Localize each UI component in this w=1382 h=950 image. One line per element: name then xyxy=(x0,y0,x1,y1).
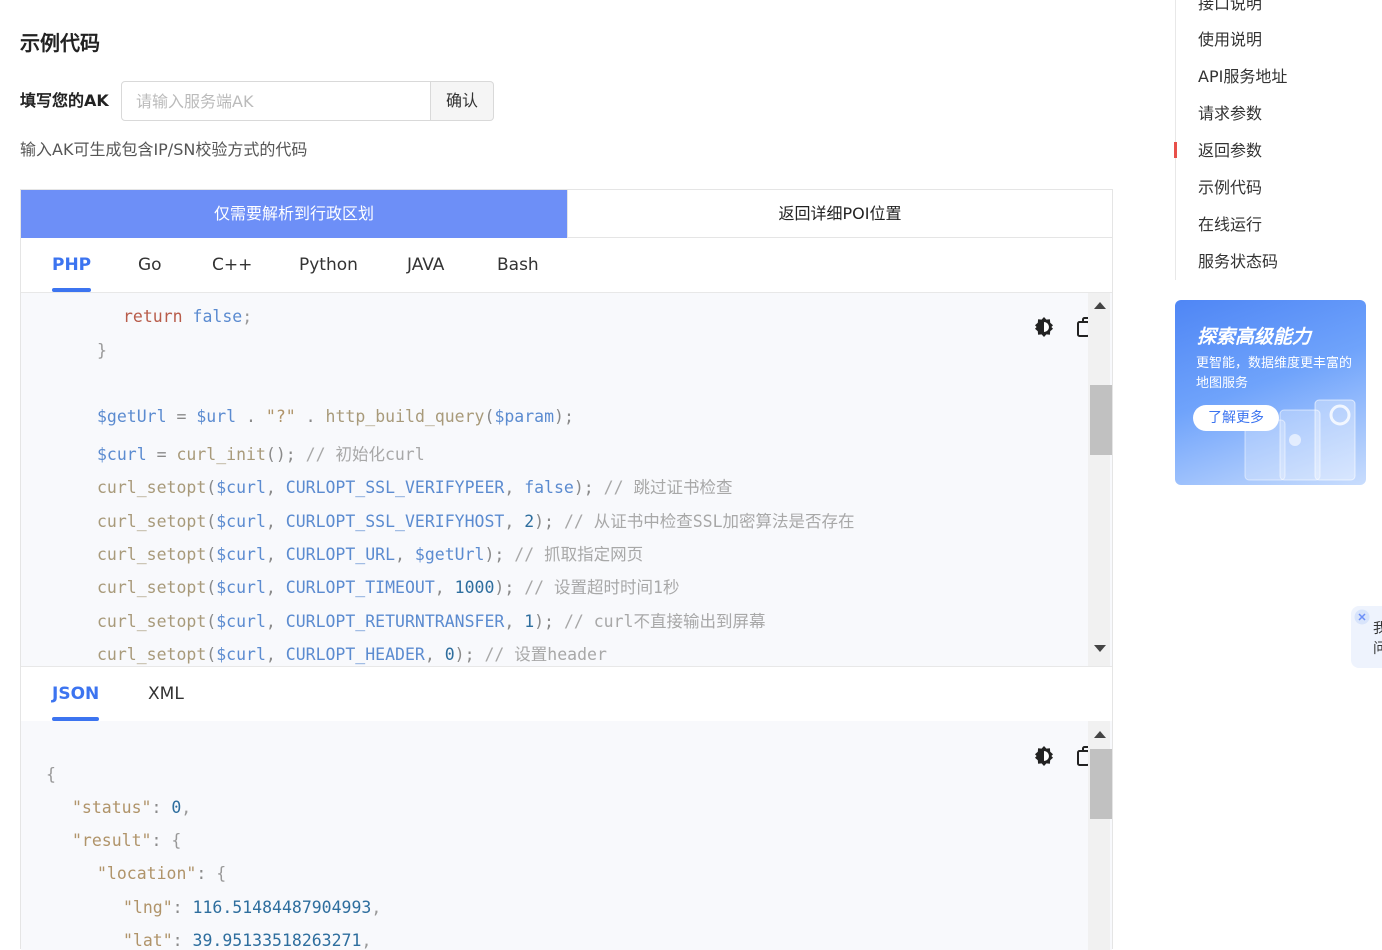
toc-active-marker xyxy=(1174,142,1177,158)
code-scrollbar[interactable] xyxy=(1088,293,1112,666)
code-line: return false; xyxy=(123,307,253,326)
tab-python[interactable]: Python xyxy=(299,238,358,292)
ak-label: 填写您的AK xyxy=(20,91,109,110)
code-line: "status": 0, xyxy=(72,798,192,817)
theme-toggle-icon[interactable] xyxy=(1032,315,1056,339)
tab-bash[interactable]: Bash xyxy=(497,238,539,292)
code-line: curl_setopt($curl, CURLOPT_RETURNTRANSFE… xyxy=(97,612,766,631)
ak-hint: 输入AK可生成包含IP/SN校验方式的代码 xyxy=(20,140,308,159)
scroll-up-icon[interactable] xyxy=(1094,731,1106,738)
tab-java[interactable]: JAVA xyxy=(407,238,444,292)
tab-go[interactable]: Go xyxy=(138,238,162,292)
float-text-2: 问 xyxy=(1373,641,1382,657)
json-code-block: { "status": 0, "result": { "location": {… xyxy=(21,721,1112,950)
code-line: { xyxy=(46,765,56,784)
format-tabs: JSON XML xyxy=(21,666,1112,722)
segment-district-only[interactable]: 仅需要解析到行政区划 xyxy=(21,190,567,238)
scroll-up-icon[interactable] xyxy=(1094,302,1106,309)
scroll-down-icon[interactable] xyxy=(1094,645,1106,652)
page-title: 示例代码 xyxy=(20,31,100,55)
tab-cpp[interactable]: C++ xyxy=(212,238,252,292)
toc-item-request-params[interactable]: 请求参数 xyxy=(1198,104,1262,124)
code-line: "location": { xyxy=(97,864,227,883)
toc-item-response-params[interactable]: 返回参数 xyxy=(1198,141,1262,161)
code-line: curl_setopt($curl, CURLOPT_HEADER, 0); /… xyxy=(97,645,607,664)
code-line: } xyxy=(97,341,107,360)
toc-divider xyxy=(1175,0,1176,280)
code-line: curl_setopt($curl, CURLOPT_URL, $getUrl)… xyxy=(97,545,644,564)
json-scrollbar[interactable] xyxy=(1088,721,1112,950)
code-line: $curl = curl_init(); // 初始化curl xyxy=(97,445,425,464)
tab-xml[interactable]: XML xyxy=(148,667,184,721)
ak-input[interactable] xyxy=(121,81,431,121)
toc-item-online-run[interactable]: 在线运行 xyxy=(1198,215,1262,235)
float-text-1: 我 xyxy=(1373,621,1382,637)
promo-banner[interactable]: 探索高级能力 更智能，数据维度更丰富的地图服务 了解更多 xyxy=(1175,300,1366,485)
theme-toggle-icon[interactable] xyxy=(1032,744,1056,768)
code-line: "lng": 116.51484487904993, xyxy=(123,898,382,917)
promo-illustration xyxy=(1244,399,1356,481)
confirm-button[interactable]: 确认 xyxy=(431,81,494,121)
code-line: "result": { xyxy=(72,831,182,850)
code-line: curl_setopt($curl, CURLOPT_TIMEOUT, 1000… xyxy=(97,578,680,597)
toc-item-sample-code[interactable]: 示例代码 xyxy=(1198,178,1262,198)
toc-item-api-intro[interactable]: 接口说明 xyxy=(1198,0,1262,14)
code-panel: 仅需要解析到行政区划 返回详细POI位置 PHP Go C++ Python J… xyxy=(20,189,1113,950)
toc-item-usage[interactable]: 使用说明 xyxy=(1198,30,1262,50)
feedback-float[interactable]: 我 问 xyxy=(1351,606,1382,668)
tab-php[interactable]: PHP xyxy=(52,238,92,292)
toc-item-status-codes[interactable]: 服务状态码 xyxy=(1198,252,1278,272)
scrollbar-thumb[interactable] xyxy=(1090,749,1112,819)
code-line: "lat": 39.95133518263271, xyxy=(123,931,372,950)
language-tabs: PHP Go C++ Python JAVA Bash xyxy=(21,238,1112,293)
learn-more-button[interactable]: 了解更多 xyxy=(1193,405,1279,431)
promo-title: 探索高级能力 xyxy=(1197,326,1312,348)
code-line: $getUrl = $url . "?" . http_build_query(… xyxy=(97,407,574,426)
segment-detailed-poi[interactable]: 返回详细POI位置 xyxy=(567,190,1112,238)
scrollbar-thumb[interactable] xyxy=(1090,385,1112,455)
tab-json[interactable]: JSON xyxy=(52,667,100,721)
code-line: curl_setopt($curl, CURLOPT_SSL_VERIFYHOS… xyxy=(97,512,855,531)
toc-item-api-url[interactable]: API服务地址 xyxy=(1198,67,1287,87)
code-line: curl_setopt($curl, CURLOPT_SSL_VERIFYPEE… xyxy=(97,478,733,497)
php-code-block: return false; } $getUrl = $url . "?" . h… xyxy=(21,293,1112,666)
close-icon[interactable] xyxy=(1354,609,1370,625)
promo-subtitle: 更智能，数据维度更丰富的地图服务 xyxy=(1196,356,1353,391)
